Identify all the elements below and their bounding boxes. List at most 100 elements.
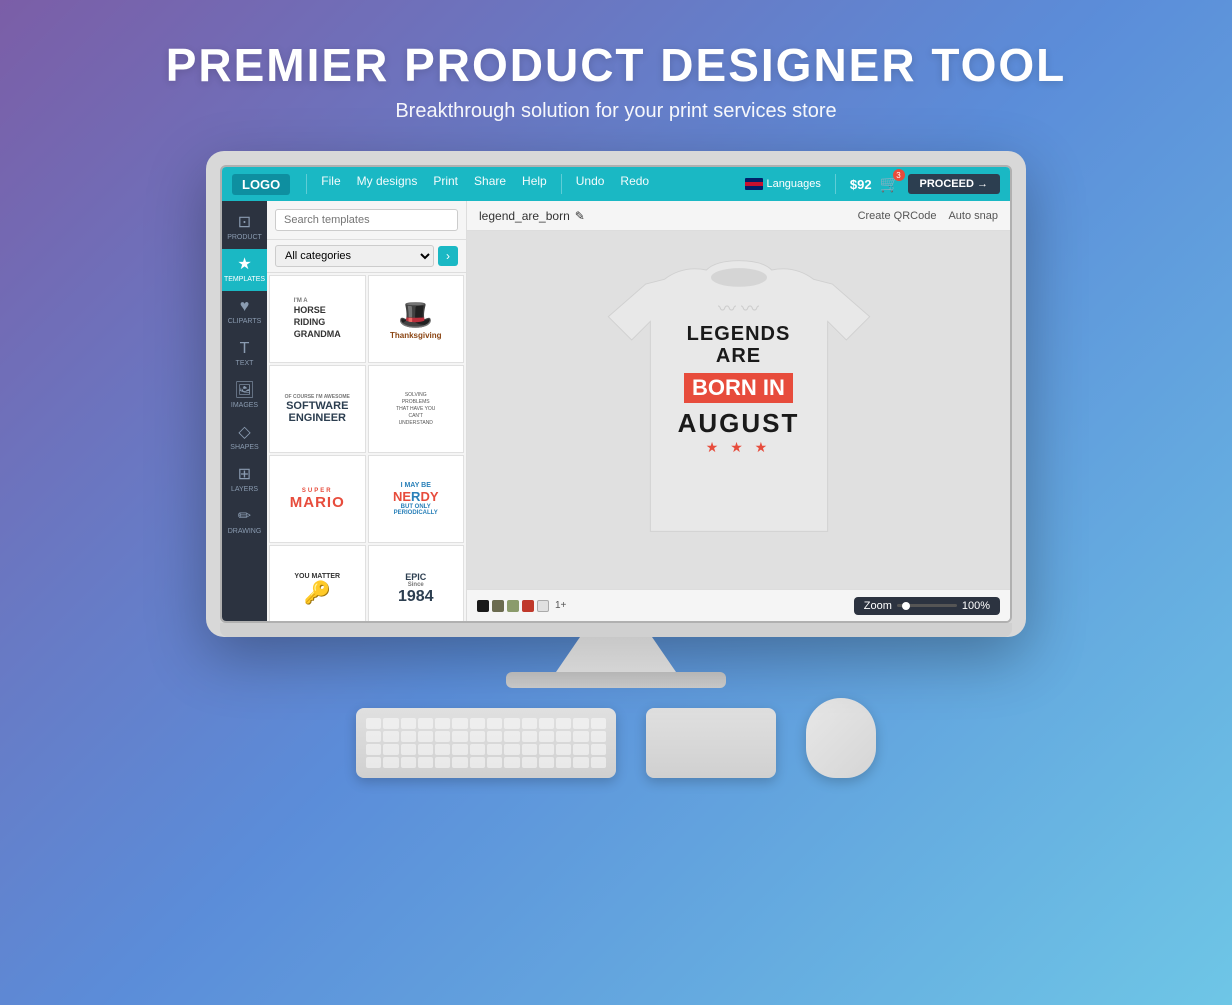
key <box>401 731 416 742</box>
key <box>504 731 519 742</box>
canvas-main[interactable]: 〰 〰 LEGENDS ARE BORN IN AUGUST ★ ★ ★ <box>467 231 1010 589</box>
key <box>418 757 433 768</box>
key <box>435 718 450 729</box>
key <box>573 718 588 729</box>
templates-icon: ★ <box>237 257 251 273</box>
toolbar-separator2 <box>561 174 562 194</box>
menu-share[interactable]: Share <box>466 174 514 194</box>
key <box>401 718 416 729</box>
sidebar-item-drawing[interactable]: ✏ DRAWING <box>222 501 267 543</box>
menu-print[interactable]: Print <box>425 174 466 194</box>
sidebar-item-text[interactable]: T TEXT <box>222 333 267 375</box>
drawing-icon: ✏ <box>238 509 251 525</box>
template-software-engineer[interactable]: OF COURSE I'M AWESOME SOFTWAREENGINEER <box>269 365 366 453</box>
key <box>366 757 381 768</box>
cart-icon[interactable]: 🛒 3 <box>880 174 900 194</box>
key <box>556 744 571 755</box>
swatch-black[interactable] <box>477 600 489 612</box>
edit-design-name-icon[interactable]: ✎ <box>575 209 585 223</box>
template-you-matter[interactable]: YOU MATTER 🔑 <box>269 545 366 621</box>
menu-mydesigns[interactable]: My designs <box>349 174 426 194</box>
key <box>452 744 467 755</box>
swatch-olive[interactable] <box>492 600 504 612</box>
templates-filter-area: All categories › <box>267 240 466 273</box>
menu-redo[interactable]: Redo <box>612 174 657 194</box>
key <box>573 757 588 768</box>
key <box>591 731 606 742</box>
key <box>418 744 433 755</box>
swatch-green[interactable] <box>507 600 519 612</box>
template-thanksgiving[interactable]: 🎩 Thanksgiving <box>368 275 465 363</box>
template-nerdy[interactable]: I MAY BE NERDY BUT ONLYPERIODICALLY <box>368 455 465 543</box>
key <box>435 731 450 742</box>
page-subtitle: Breakthrough solution for your print ser… <box>166 100 1067 123</box>
key <box>522 718 537 729</box>
sidebar-label-product: PRODUCT <box>227 234 262 241</box>
page-title: PREMIER PRODUCT DESIGNER TOOL <box>166 38 1067 92</box>
monitor-wrapper: LOGO File My designs Print Share Help Un… <box>166 151 1066 778</box>
menu-undo[interactable]: Undo <box>568 174 613 194</box>
filter-arrow-button[interactable]: › <box>438 246 458 266</box>
zoom-control[interactable]: Zoom 100% <box>854 597 1000 615</box>
key <box>487 718 502 729</box>
sidebar-label-images: IMAGES <box>231 402 258 409</box>
template-epic-1984[interactable]: EPIC Since 1984 <box>368 545 465 621</box>
key <box>556 718 571 729</box>
tshirt-design: 〰 〰 LEGENDS ARE BORN IN AUGUST ★ ★ ★ <box>659 295 819 456</box>
key <box>539 718 554 729</box>
sidebar-item-cliparts[interactable]: ♥ CLIPARTS <box>222 291 267 333</box>
sidebar-item-layers[interactable]: ⊞ LAYERS <box>222 459 267 501</box>
zoom-slider[interactable] <box>897 604 957 607</box>
key <box>383 718 398 729</box>
key <box>556 757 571 768</box>
templates-panel: All categories › I'M A HORSERIDINGGRANDM… <box>267 201 467 621</box>
key <box>435 744 450 755</box>
key <box>591 744 606 755</box>
price-display: $92 <box>850 177 872 192</box>
template-engineer-problems[interactable]: SOLVINGPROBLEMSTHAT HAVE YOUCAN'TUNDERST… <box>368 365 465 453</box>
key <box>556 731 571 742</box>
product-icon: ⊡ <box>238 215 251 231</box>
sidebar-label-shapes: SHAPES <box>230 444 258 451</box>
key <box>452 718 467 729</box>
search-input[interactable] <box>275 209 458 231</box>
key <box>522 757 537 768</box>
sidebar-label-text: TEXT <box>236 360 254 367</box>
sidebar-item-images[interactable]: 🖼 IMAGES <box>222 375 267 417</box>
menu-file[interactable]: File <box>313 174 348 194</box>
swatch-red[interactable] <box>522 600 534 612</box>
key <box>573 731 588 742</box>
menu-help[interactable]: Help <box>514 174 555 194</box>
canvas-actions: Create QRCode Auto snap <box>858 210 998 222</box>
create-qrcode-button[interactable]: Create QRCode <box>858 210 937 222</box>
proceed-button[interactable]: PROCEED → <box>908 174 1000 194</box>
template-horse-riding[interactable]: I'M A HORSERIDINGGRANDMA <box>269 275 366 363</box>
key <box>435 757 450 768</box>
category-select[interactable]: All categories <box>275 245 434 267</box>
language-selector[interactable]: Languages <box>745 178 820 190</box>
language-label: Languages <box>766 178 820 190</box>
mouse <box>806 698 876 778</box>
key <box>504 757 519 768</box>
templates-search-area <box>267 201 466 240</box>
zoom-slider-thumb <box>902 602 910 610</box>
sidebar-item-product[interactable]: ⊡ PRODUCT <box>222 207 267 249</box>
key <box>470 731 485 742</box>
design-line1: LEGENDS <box>659 323 819 345</box>
auto-snap-button[interactable]: Auto snap <box>948 210 998 222</box>
template-super-mario[interactable]: SUPER MARIO <box>269 455 366 543</box>
sidebar-label-drawing: DRAWING <box>228 528 262 535</box>
key <box>504 718 519 729</box>
swatch-white[interactable] <box>537 600 549 612</box>
logo[interactable]: LOGO <box>232 174 290 195</box>
key <box>522 744 537 755</box>
key <box>591 757 606 768</box>
toolbar-separator3 <box>835 174 836 194</box>
sidebar-item-shapes[interactable]: ◇ SHAPES <box>222 417 267 459</box>
main-area: ⊡ PRODUCT ★ TEMPLATES ♥ CLIPARTS T TEXT <box>222 201 1010 621</box>
sidebar-item-templates[interactable]: ★ TEMPLATES <box>222 249 267 291</box>
zoom-label: Zoom <box>864 600 892 612</box>
shapes-icon: ◇ <box>238 425 250 441</box>
sidebar-label-layers: LAYERS <box>231 486 258 493</box>
canvas-bottom: 1+ Zoom 100% <box>467 589 1010 621</box>
